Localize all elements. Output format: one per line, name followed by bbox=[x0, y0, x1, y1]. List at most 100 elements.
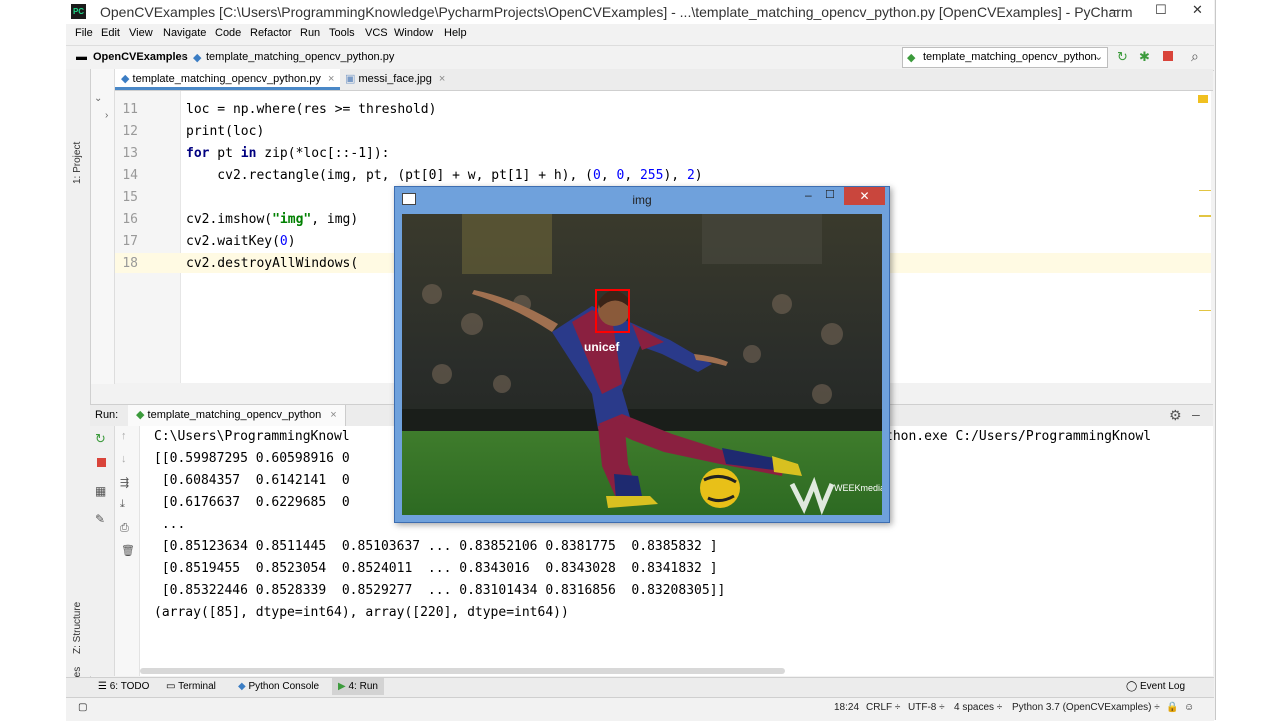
stop-icon[interactable] bbox=[1163, 51, 1173, 61]
scroll-to-end-icon[interactable]: ⤓ bbox=[120, 498, 125, 511]
menu-tools[interactable]: Tools bbox=[329, 27, 355, 39]
menu-vcs[interactable]: VCS bbox=[365, 27, 388, 39]
project-tool-tab[interactable]: 1: Project bbox=[72, 142, 83, 184]
inspector-icon[interactable]: ☺ bbox=[1184, 702, 1194, 713]
keyword: in bbox=[240, 146, 257, 161]
tab-terminal[interactable]: ▭ Terminal bbox=[166, 681, 216, 692]
line-number: 18 bbox=[122, 256, 138, 271]
horizontal-scrollbar[interactable] bbox=[140, 668, 785, 674]
console-line: [0.6176637 0.6229685 0 bbox=[154, 495, 350, 510]
code-line-13[interactable]: for pt in zip(*loc[::-1]): bbox=[186, 146, 390, 161]
gear-icon[interactable]: ⚙ bbox=[1169, 407, 1182, 424]
debug-bug-icon[interactable]: ✱ bbox=[1139, 49, 1150, 65]
run-toolbar: ↻ ▦ ✎ bbox=[90, 426, 115, 676]
caret-position[interactable]: 18:24 bbox=[834, 702, 859, 713]
print-icon[interactable]: ⎙ bbox=[120, 522, 129, 535]
soft-wrap-icon[interactable]: ⇶ bbox=[120, 476, 129, 489]
line-separator[interactable]: CRLF ÷ bbox=[866, 702, 900, 713]
down-arrow-icon[interactable]: ↓ bbox=[121, 453, 127, 465]
rerun-icon[interactable]: ↻ bbox=[1117, 49, 1128, 65]
tab-template-matching[interactable]: ◆ template_matching_opencv_python.py × bbox=[115, 69, 341, 90]
code-text: ) bbox=[694, 168, 703, 183]
rerun-icon[interactable]: ↻ bbox=[95, 431, 106, 447]
console-line: [0.8519455 0.8523054 0.8524011 ... 0.834… bbox=[154, 561, 718, 576]
tab-run[interactable]: ▶ 4: Run bbox=[332, 678, 384, 695]
console-line: [[0.59987295 0.60598916 0 bbox=[154, 451, 350, 466]
console-line: [0.85322446 0.8528339 0.8529277 ... 0.83… bbox=[154, 583, 726, 598]
chevron-right-icon: › bbox=[181, 51, 185, 63]
run-tab[interactable]: ◆ template_matching_opencv_python × bbox=[128, 405, 346, 426]
layout-icon[interactable]: ▦ bbox=[95, 484, 106, 498]
maximize-button[interactable]: ☐ bbox=[1155, 2, 1167, 18]
run-config-label: template_matching_opencv_python bbox=[923, 51, 1097, 63]
maximize-button[interactable]: ☐ bbox=[825, 188, 835, 201]
code-line-11[interactable]: loc = np.where(res >= threshold) bbox=[186, 102, 436, 117]
opencv-image-window[interactable]: img – ☐ ✕ unicef WEEKmedia bbox=[394, 186, 890, 523]
string-literal: "img" bbox=[272, 212, 312, 227]
minimize-button[interactable]: – bbox=[1110, 2, 1117, 17]
console-toolbar: ↑ ↓ ⇶ ⤓ ⎙ 🗑 bbox=[115, 426, 140, 676]
tab-label: 4: Run bbox=[348, 681, 378, 692]
python-run-icon: ◆ bbox=[907, 52, 916, 64]
menu-navigate[interactable]: Navigate bbox=[163, 27, 206, 39]
minimize-button[interactable]: – bbox=[805, 188, 812, 202]
menu-help[interactable]: Help bbox=[444, 27, 467, 39]
file-encoding[interactable]: UTF-8 ÷ bbox=[908, 702, 945, 713]
line-number: 17 bbox=[122, 234, 138, 249]
code-text: , bbox=[600, 168, 617, 183]
close-button[interactable]: ✕ bbox=[844, 187, 885, 205]
python-file-icon: ◆ bbox=[121, 73, 130, 85]
menu-view[interactable]: View bbox=[129, 27, 153, 39]
close-tab-icon[interactable]: × bbox=[330, 409, 336, 421]
image-file-icon: ▣ bbox=[345, 73, 356, 85]
menu-file[interactable]: File bbox=[75, 27, 93, 39]
tab-messi-face[interactable]: ▣ messi_face.jpg × bbox=[339, 69, 451, 89]
structure-tool-tab[interactable]: Z: Structure bbox=[72, 602, 83, 654]
console-line-continued: thon.exe C:/Users/ProgrammingKnowl bbox=[885, 429, 1152, 444]
up-arrow-icon[interactable]: ↑ bbox=[121, 430, 127, 442]
stop-icon[interactable] bbox=[97, 458, 106, 467]
pin-icon[interactable]: ✎ bbox=[95, 512, 105, 526]
hide-panel-icon[interactable]: – bbox=[1192, 406, 1200, 422]
menu-edit[interactable]: Edit bbox=[101, 27, 120, 39]
search-icon[interactable]: ⌕ bbox=[1191, 48, 1199, 65]
number-literal: 0 bbox=[279, 234, 288, 249]
tab-event-log[interactable]: ◯ Event Log bbox=[1126, 681, 1185, 692]
pycharm-app-icon: PC bbox=[71, 4, 86, 19]
lock-icon[interactable]: 🔒 bbox=[1166, 702, 1178, 713]
breadcrumb-project[interactable]: OpenCVExamples bbox=[93, 51, 188, 63]
code-line-17[interactable]: cv2.waitKey(0) bbox=[186, 234, 296, 249]
code-line-12[interactable]: print(loc) bbox=[186, 124, 264, 139]
run-label: Run: bbox=[95, 409, 119, 421]
console-line: (array([85], dtype=int64), array([220], … bbox=[154, 605, 569, 620]
toggle-tool-windows-icon[interactable]: ▢ bbox=[78, 702, 87, 713]
code-line-16[interactable]: cv2.imshow("img", img) bbox=[186, 212, 358, 227]
menu-refactor[interactable]: Refactor bbox=[250, 27, 292, 39]
window-title: OpenCVExamples [C:\Users\ProgrammingKnow… bbox=[100, 4, 1133, 20]
bottom-tool-tabs: ☰ 6: TODO ▭ Terminal ◆ Python Console ▶ … bbox=[66, 677, 1214, 698]
python-interpreter[interactable]: Python 3.7 (OpenCVExamples) ÷ bbox=[1012, 702, 1160, 713]
line-number: 11 bbox=[122, 102, 138, 117]
close-tab-icon[interactable]: × bbox=[439, 73, 445, 85]
close-tab-icon[interactable]: × bbox=[328, 73, 334, 85]
menu-window[interactable]: Window bbox=[394, 27, 433, 39]
code-text: ) bbox=[287, 234, 296, 249]
tab-label: Event Log bbox=[1139, 681, 1186, 692]
trash-icon[interactable]: 🗑 bbox=[121, 544, 135, 557]
breadcrumb-file[interactable]: template_matching_opencv_python.py bbox=[206, 51, 394, 63]
menu-run[interactable]: Run bbox=[300, 27, 320, 39]
jersey-text: unicef bbox=[584, 340, 620, 354]
folder-icon: ▬ bbox=[76, 51, 87, 63]
run-configuration-select[interactable]: ◆ template_matching_opencv_python ⌄ bbox=[902, 47, 1108, 68]
tab-python-console[interactable]: ◆ Python Console bbox=[238, 681, 319, 692]
code-line-18[interactable]: cv2.destroyAllWindows( bbox=[186, 256, 358, 271]
close-window-button[interactable]: ✕ bbox=[1192, 2, 1203, 18]
console-line: [0.85123634 0.8511445 0.85103637 ... 0.8… bbox=[154, 539, 718, 554]
code-line-14[interactable]: cv2.rectangle(img, pt, (pt[0] + w, pt[1]… bbox=[186, 168, 703, 183]
inspection-warning-icon[interactable] bbox=[1198, 95, 1208, 103]
image-window-title: img bbox=[632, 193, 652, 207]
menu-code[interactable]: Code bbox=[215, 27, 241, 39]
tab-todo[interactable]: ☰ 6: TODO bbox=[98, 681, 149, 692]
indent-setting[interactable]: 4 spaces ÷ bbox=[954, 702, 1002, 713]
tab-label: template_matching_opencv_python.py bbox=[132, 73, 321, 85]
